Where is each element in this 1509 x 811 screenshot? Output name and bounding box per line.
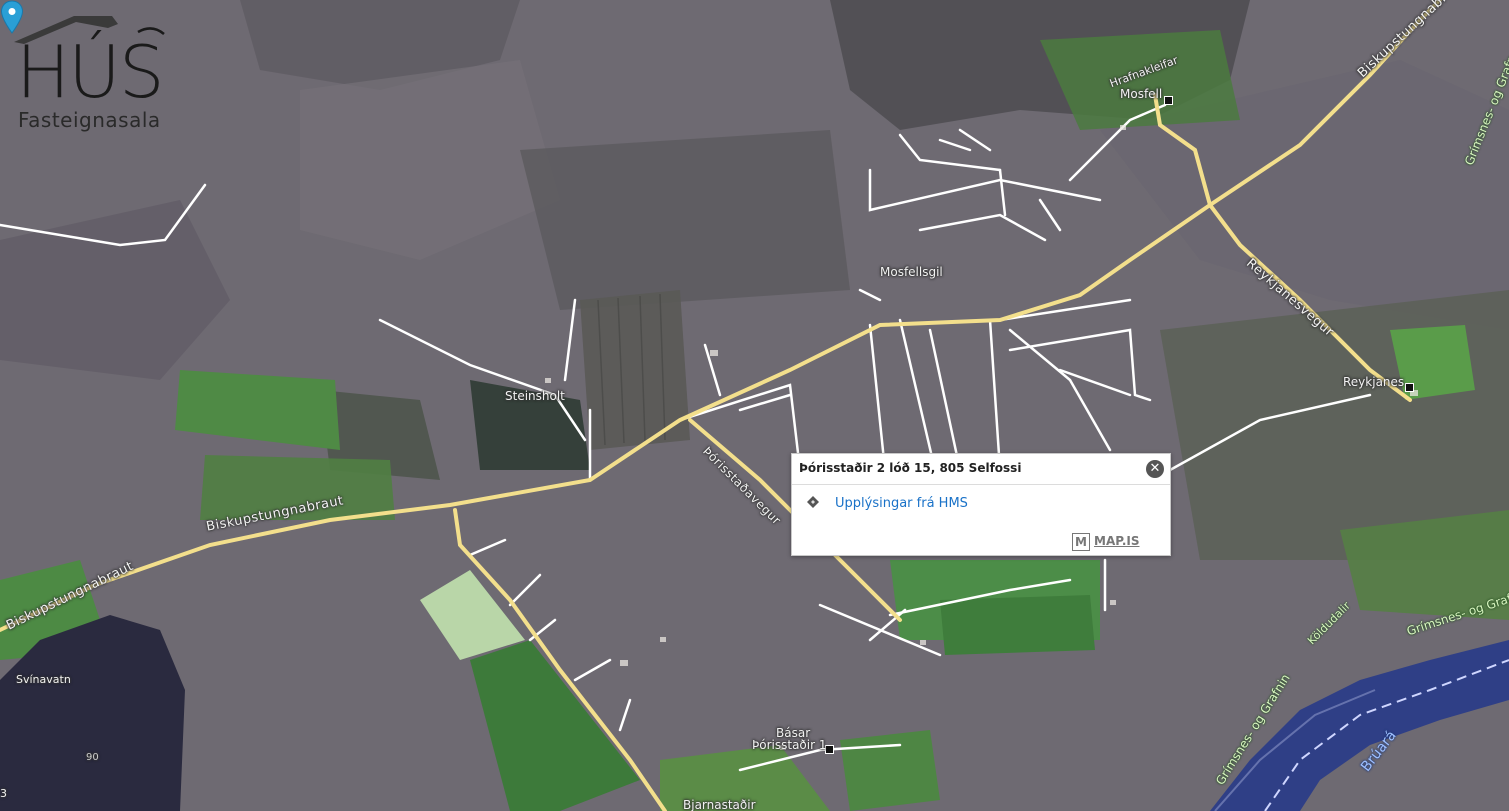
logo-main-text: HÚS bbox=[16, 30, 165, 114]
mapis-brand[interactable]: M MAP.IS bbox=[1072, 531, 1144, 551]
label-mosfellsgil: Mosfellsgil bbox=[880, 265, 943, 279]
mapis-logo-icon: M bbox=[1072, 533, 1090, 551]
label-mosfell: Mosfell bbox=[1120, 87, 1163, 101]
label-svinavatn: Svínavatn bbox=[16, 673, 71, 686]
label-bjarnastadir: Bjarnastaðir bbox=[683, 798, 756, 811]
hms-icon bbox=[807, 496, 819, 508]
info-popup: Þórisstaðir 2 lóð 15, 805 Selfossi ✕ Upp… bbox=[791, 453, 1171, 556]
mapis-brand-text: MAP.IS bbox=[1094, 534, 1140, 548]
hus-logo: HÚS Fasteignasala bbox=[14, 14, 184, 134]
label-elevation-90: 90 bbox=[86, 752, 99, 763]
popup-header: Þórisstaðir 2 lóð 15, 805 Selfossi ✕ bbox=[792, 454, 1170, 485]
label-steinsholt: Steinsholt bbox=[505, 389, 565, 403]
logo-sub-text: Fasteignasala bbox=[18, 108, 161, 132]
popup-title: Þórisstaðir 2 lóð 15, 805 Selfossi bbox=[799, 461, 1022, 475]
hms-info-link[interactable]: Upplýsingar frá HMS bbox=[835, 496, 968, 511]
label-edge-3: 3 bbox=[0, 787, 7, 800]
mosfell-marker-icon bbox=[1164, 96, 1173, 105]
label-thorisstadir-1: Þórisstaðir 1 bbox=[752, 738, 827, 752]
close-icon[interactable]: ✕ bbox=[1146, 460, 1164, 478]
label-reykjanes: Reykjanes bbox=[1343, 375, 1405, 389]
map-canvas[interactable]: Biskupstungnabraut Biskupstungnabraut Bi… bbox=[0, 0, 1509, 811]
reykjanes-marker-icon bbox=[1405, 383, 1414, 392]
